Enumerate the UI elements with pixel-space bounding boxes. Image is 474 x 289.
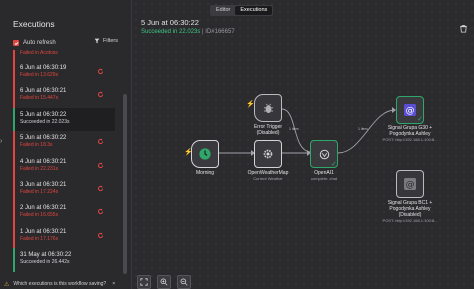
execution-item[interactable]: 4 Jun at 06:30:21 Failed in 22.231s bbox=[13, 154, 115, 178]
bug-icon bbox=[255, 95, 281, 121]
filter-icon bbox=[94, 38, 100, 44]
checkbox-checked-icon bbox=[13, 40, 19, 46]
gear-icon bbox=[255, 141, 281, 167]
node-openweathermap[interactable] bbox=[254, 140, 282, 168]
zoom-in-icon bbox=[160, 278, 168, 286]
execution-item-partial[interactable]: Failed in Acotoss bbox=[13, 50, 115, 61]
svg-text:@: @ bbox=[405, 106, 414, 116]
retry-icon[interactable] bbox=[97, 208, 104, 215]
svg-text:@: @ bbox=[405, 180, 414, 190]
saving-info-text: Which executions is this workflow saving… bbox=[13, 281, 107, 287]
execution-status: Failed in Acotoss bbox=[20, 50, 58, 56]
retry-icon[interactable] bbox=[97, 185, 104, 192]
executions-list: Failed in Acotoss 6 Jun at 06:30:19 Faile… bbox=[13, 50, 115, 278]
sidebar-title: Executions bbox=[13, 19, 55, 29]
success-check-icon: ✓ bbox=[331, 161, 337, 168]
sidebar-scrollbar[interactable] bbox=[123, 94, 127, 274]
filters-button[interactable]: Filters bbox=[94, 38, 118, 44]
close-icon[interactable]: × bbox=[112, 281, 115, 287]
node-openai-sub: complete: chat bbox=[310, 176, 337, 181]
at-sign-icon: @ bbox=[397, 171, 423, 197]
node-morning[interactable] bbox=[191, 140, 219, 168]
zoom-in-button[interactable] bbox=[157, 275, 171, 289]
auto-refresh-checkbox[interactable]: Auto refresh bbox=[13, 38, 56, 48]
retry-icon[interactable] bbox=[97, 91, 104, 98]
connections bbox=[219, 107, 396, 156]
execution-status: Succeeded in 26.442s bbox=[20, 259, 70, 266]
workflow-canvas[interactable]: Editor Executions 5 Jun at 06:30:22 Succ… bbox=[132, 0, 474, 289]
collapse-sidebar-icon[interactable]: › bbox=[0, 138, 8, 148]
zoom-out-button[interactable] bbox=[177, 275, 191, 289]
node-error-trigger-sub: (Disabled) bbox=[256, 130, 280, 136]
node-signal-g30-sub: POST: http://192.168.1.100:8... bbox=[382, 137, 438, 142]
node-error-trigger[interactable] bbox=[254, 94, 282, 122]
node-signal-bc1[interactable]: @ bbox=[396, 170, 424, 198]
execution-item[interactable]: 6 Jun at 06:30:21 Failed in 15.447s bbox=[13, 84, 115, 108]
execution-item[interactable]: 31 May at 06:30:22 Succeeded in 26.442s bbox=[13, 248, 115, 272]
saving-info-note[interactable]: ⚠ Which executions is this workflow savi… bbox=[0, 279, 132, 289]
execution-item[interactable]: 6 Jun at 06:30:19 Failed in 13.629s bbox=[13, 61, 115, 85]
link-label-openai-signal: 1 item bbox=[358, 127, 368, 131]
execution-item[interactable]: 2 Jun at 06:30:21 Failed in 16.655s bbox=[13, 201, 115, 225]
node-openweathermap-sub: Current Weather bbox=[253, 176, 283, 181]
execution-time: 5 Jun at 06:30:22 bbox=[20, 111, 67, 118]
execution-item[interactable]: 5 Jun at 06:30:22 Succeeded in 22.023s bbox=[13, 107, 115, 132]
execution-item[interactable]: 3 Jun at 06:30:21 Failed in 17.224s bbox=[13, 177, 115, 202]
execution-item[interactable]: 1 Jun at 06:30:21 Failed in 17.176s bbox=[13, 224, 115, 249]
filters-label: Filters bbox=[103, 38, 118, 44]
retry-icon[interactable] bbox=[97, 138, 104, 145]
execution-time: 31 May at 06:30:22 bbox=[20, 252, 72, 259]
retry-icon[interactable] bbox=[97, 162, 104, 169]
node-signal-bc1-sub: POST: http://192.168.1.100:8... bbox=[382, 218, 438, 223]
execution-item[interactable]: 5 Jun at 06:30:22 Failed in 18.3s bbox=[13, 131, 115, 155]
retry-icon[interactable] bbox=[97, 232, 104, 239]
fit-view-button[interactable] bbox=[137, 275, 151, 289]
auto-refresh-label: Auto refresh bbox=[23, 40, 56, 46]
zoom-out-icon bbox=[180, 278, 188, 286]
executions-sidebar: › Executions Auto refresh Filters Failed… bbox=[0, 0, 132, 289]
fullscreen-icon bbox=[140, 278, 148, 286]
execution-status: Succeeded in 22.023s bbox=[20, 118, 70, 125]
clock-icon bbox=[192, 141, 218, 167]
success-check-icon: ✓ bbox=[417, 116, 423, 123]
retry-icon[interactable] bbox=[97, 68, 104, 75]
warning-icon: ⚠ bbox=[4, 281, 10, 288]
node-morning-label: Morning bbox=[195, 170, 215, 176]
